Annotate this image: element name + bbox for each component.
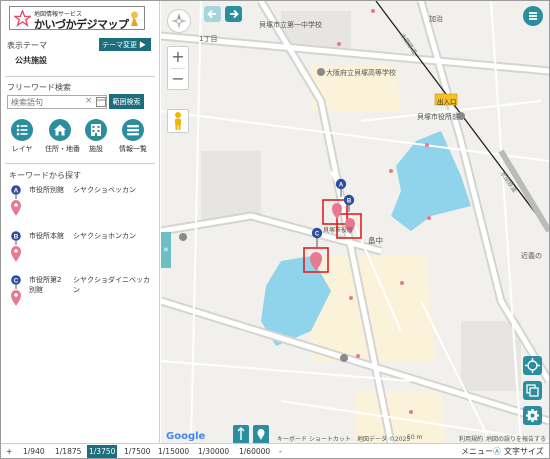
forward-arrow-button[interactable] bbox=[225, 6, 242, 22]
map-view[interactable]: A B C 貝塚市立第一中学校 加治 1丁目 大阪府立貝塚高等学校 出入口 貝塚… bbox=[161, 1, 549, 443]
scale-zoom-out[interactable]: - bbox=[277, 445, 284, 458]
scale-1-30000[interactable]: 1/30000 bbox=[196, 445, 231, 458]
list-icon bbox=[122, 119, 144, 141]
clear-icon[interactable]: × bbox=[85, 96, 93, 106]
compass-icon bbox=[171, 13, 187, 29]
marker-c-icon: C bbox=[11, 275, 21, 306]
keyboard-shortcuts-link[interactable]: キーボード ショートカット bbox=[277, 434, 351, 443]
scale-1-940[interactable]: 1/940 bbox=[21, 445, 47, 458]
gear-icon bbox=[526, 409, 539, 422]
marker-b-label: B bbox=[347, 198, 352, 204]
map-scale-label: 50 m bbox=[407, 434, 423, 441]
sidebar: 地図情報サービス かいづかデジマップ 表示テーマ テーマ変更 ▶ 公共施設 フリ… bbox=[1, 1, 160, 443]
text-size-link[interactable]: 文字サイズ bbox=[504, 445, 544, 458]
divider bbox=[5, 76, 155, 77]
scale-1-15000[interactable]: 1/15000 bbox=[156, 445, 191, 458]
keyword-item[interactable]: A 市役所別館 シヤクショベッカン bbox=[9, 185, 159, 221]
keyword-label: キーワードから探す bbox=[9, 171, 81, 180]
tool-facility-button[interactable]: 施設 bbox=[81, 119, 111, 154]
copy-icon bbox=[526, 384, 539, 397]
theme-value: 公共施設 bbox=[15, 56, 47, 65]
report-error-link[interactable]: 地図の誤りを報告する bbox=[486, 434, 546, 443]
keyword-name: 市役所本館 bbox=[29, 232, 64, 240]
pegman-icon bbox=[175, 112, 181, 130]
map-label-kaji: 加治 bbox=[429, 15, 443, 23]
bottom-menu-link[interactable]: メニュー bbox=[461, 445, 493, 458]
keyword-reading: シヤクショベッカン bbox=[73, 186, 136, 194]
ruler-icon bbox=[237, 427, 245, 440]
pin-icon bbox=[257, 429, 265, 440]
tool-label: レイヤ bbox=[11, 145, 33, 153]
svg-text:A: A bbox=[14, 187, 19, 194]
divider bbox=[5, 163, 155, 164]
crosshair-icon bbox=[525, 358, 540, 373]
house-icon bbox=[49, 119, 71, 141]
copy-button[interactable] bbox=[523, 381, 542, 400]
tool-label: 情報一覧 bbox=[119, 145, 147, 153]
current-location-button[interactable] bbox=[523, 356, 542, 375]
logo-title: かいづかデジマップ bbox=[34, 18, 129, 31]
map-label-chome: 1丁目 bbox=[199, 35, 218, 43]
keyword-item[interactable]: B 市役所本館 シヤクショホンカン bbox=[9, 231, 159, 267]
scale-1-1875[interactable]: 1/1875 bbox=[53, 445, 83, 458]
logo-star-icon bbox=[14, 10, 31, 27]
back-arrow-button[interactable] bbox=[204, 6, 221, 22]
keyword-reading: シヤクショホンカン bbox=[73, 232, 136, 240]
scale-1-60000[interactable]: 1/60000 bbox=[237, 445, 272, 458]
marker-a-icon: A bbox=[11, 185, 21, 216]
theme-change-button[interactable]: テーマ変更 ▶ bbox=[99, 38, 151, 51]
tool-label: 施設 bbox=[89, 145, 103, 153]
sidebar-collapse-button[interactable]: « bbox=[161, 232, 171, 268]
mascot-icon bbox=[131, 11, 138, 26]
tool-layer-button[interactable]: レイヤ bbox=[7, 119, 37, 154]
tool-label: 住所・地番 bbox=[45, 145, 80, 153]
keyword-name: 市役所第2別館 bbox=[29, 276, 62, 294]
layer-list-icon bbox=[11, 119, 33, 141]
street-view-pegman[interactable] bbox=[167, 109, 189, 133]
marker-a-label: A bbox=[339, 182, 344, 188]
google-logo: Google bbox=[166, 431, 206, 442]
arrow-right-icon bbox=[230, 9, 239, 19]
map-label-high-school: 大阪府立貝塚高等学校 bbox=[326, 69, 396, 77]
keyword-name: 市役所別館 bbox=[29, 186, 64, 194]
freeword-label: フリーワード検索 bbox=[7, 83, 71, 92]
tool-address-button[interactable]: 住所・地番 bbox=[45, 119, 80, 154]
zoom-out-button[interactable]: − bbox=[168, 69, 188, 90]
map-label-hatanaka: 畠中 bbox=[368, 236, 383, 245]
hamburger-icon bbox=[529, 12, 537, 20]
svg-text:B: B bbox=[14, 233, 19, 240]
map-label-kinki: 近義の bbox=[521, 252, 542, 260]
zoom-control: + − bbox=[167, 46, 189, 90]
compass-control[interactable] bbox=[167, 9, 191, 33]
scale-1-7500[interactable]: 1/7500 bbox=[122, 445, 152, 458]
marker-b-icon: B bbox=[11, 231, 21, 262]
zoom-in-button[interactable]: + bbox=[168, 47, 188, 68]
measure-distance-button[interactable] bbox=[233, 425, 249, 443]
tool-info-list-button[interactable]: 情報一覧 bbox=[118, 119, 148, 154]
station-exit-label: 出入口 bbox=[437, 98, 457, 106]
settings-button[interactable] bbox=[523, 406, 542, 425]
building-icon bbox=[85, 119, 107, 141]
calendar-icon[interactable] bbox=[96, 96, 106, 107]
keyword-reading: シヤクショダイニベッカン bbox=[73, 276, 150, 294]
keyword-item[interactable]: C 市役所第2別館 シヤクショダイニベッカン bbox=[9, 275, 159, 311]
marker-c-label: C bbox=[315, 231, 320, 237]
theme-label: 表示テーマ bbox=[7, 41, 47, 50]
scale-1-3750[interactable]: 1/3750 bbox=[87, 445, 118, 458]
svg-text:C: C bbox=[14, 277, 19, 284]
text-size-icon: Ⓐ bbox=[493, 447, 501, 456]
menu-button[interactable] bbox=[523, 6, 543, 26]
map-data-label: 地図データ ©2025 bbox=[357, 436, 411, 443]
pin-tool-button[interactable] bbox=[253, 425, 269, 443]
map-label-city-hall: 貝塚市役所 bbox=[323, 227, 354, 234]
app-logo[interactable]: 地図情報サービス かいづかデジマップ bbox=[9, 6, 145, 31]
map-label-station: 貝塚市役所前 bbox=[417, 113, 459, 121]
range-search-button[interactable]: 範囲検索 bbox=[109, 94, 144, 109]
scale-bar: + 1/940 1/1875 1/3750 1/7500 1/15000 1/3… bbox=[1, 443, 549, 458]
map-label-school: 貝塚市立第一中学校 bbox=[259, 21, 322, 29]
scale-zoom-in[interactable]: + bbox=[4, 445, 14, 458]
arrow-left-icon bbox=[207, 9, 216, 19]
terms-link[interactable]: 利用規約 bbox=[459, 434, 483, 443]
